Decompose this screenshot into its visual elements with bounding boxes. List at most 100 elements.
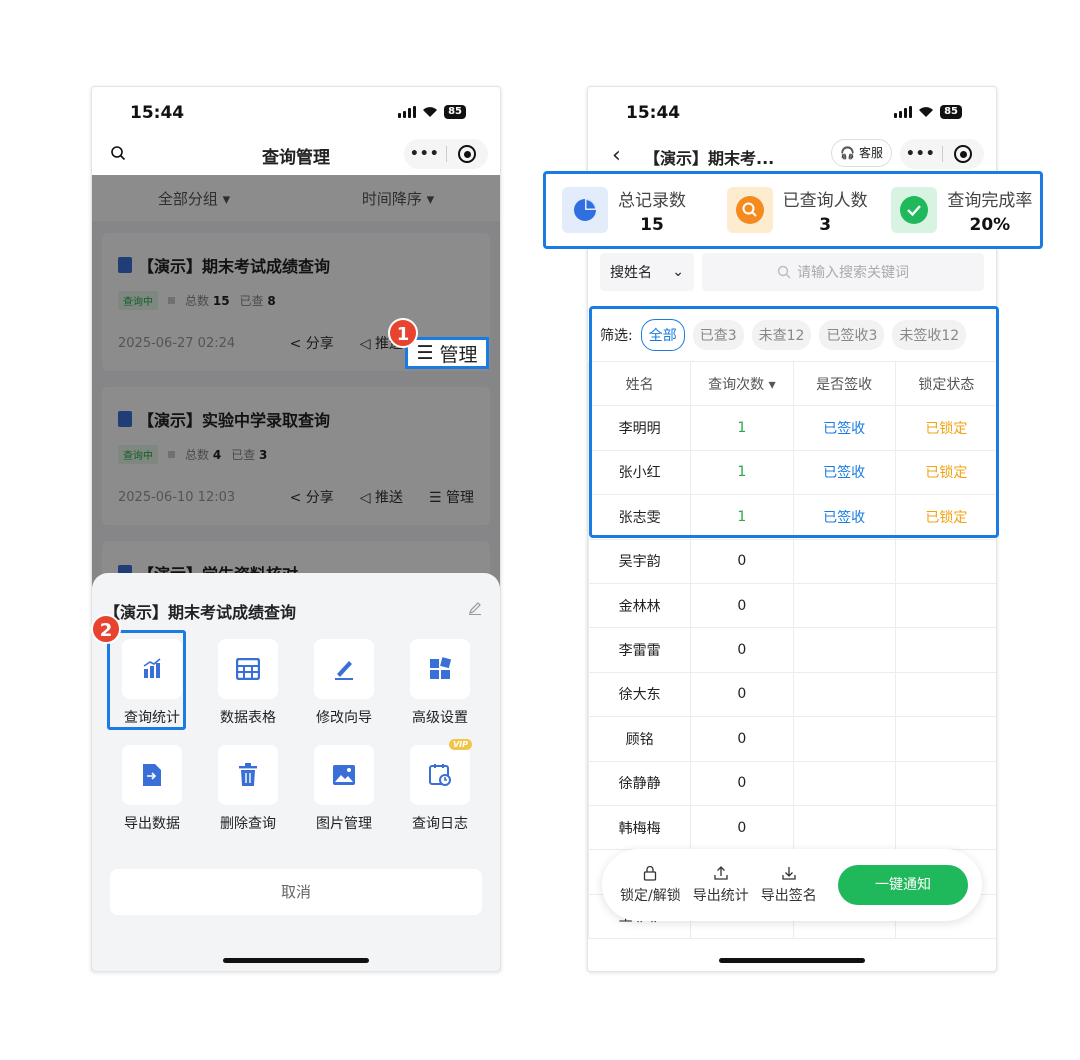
cell-signed bbox=[792, 760, 896, 806]
table-row[interactable]: 顾铭 0 bbox=[588, 716, 996, 762]
close-miniprogram-icon[interactable] bbox=[942, 145, 984, 163]
table-icon bbox=[236, 658, 260, 680]
tile-label: 导出数据 bbox=[124, 816, 180, 832]
search-input[interactable]: 请输入搜索关键词 bbox=[702, 253, 984, 291]
notify-all-button[interactable]: 一键通知 bbox=[838, 865, 968, 905]
status-time: 15:44 bbox=[626, 103, 681, 123]
stat-completion: 查询完成率 20% bbox=[875, 186, 1040, 235]
table-row[interactable]: 韩梅梅 0 bbox=[588, 804, 996, 851]
battery-icon: 85 bbox=[444, 105, 466, 119]
tile-image-manage[interactable]: 图片管理 bbox=[296, 745, 392, 833]
check-circle-icon bbox=[900, 196, 929, 224]
table-row[interactable]: 金林林 0 bbox=[588, 582, 996, 629]
search-field-select[interactable]: 搜姓名 ⌄ bbox=[600, 253, 694, 291]
left-phone: 15:44 85 查询管理 ••• 全部分组 ▾ 时间降序 ▾ 【演示】期末考试… bbox=[91, 86, 501, 972]
image-icon bbox=[333, 765, 355, 785]
signal-icon bbox=[398, 106, 417, 118]
home-indicator bbox=[719, 958, 865, 963]
cell-lock bbox=[894, 627, 996, 673]
pen-icon bbox=[335, 661, 353, 680]
cell-lock: 已锁定 bbox=[894, 494, 996, 540]
col-signed: 是否签收 bbox=[792, 360, 896, 407]
cell-signed bbox=[792, 627, 896, 673]
customer-service-button[interactable]: 🎧 客服 bbox=[831, 139, 892, 167]
cell-name: 徐大东 bbox=[588, 671, 692, 718]
lock-unlock-button[interactable]: 锁定/解锁 bbox=[620, 865, 681, 905]
table-row[interactable]: 李明明 1 已签收 已锁定 bbox=[588, 405, 996, 451]
cell-query-count: 0 bbox=[690, 671, 794, 718]
step-badge-1: 1 bbox=[388, 318, 418, 348]
search-row: 搜姓名 ⌄ 请输入搜索关键词 bbox=[600, 253, 984, 291]
table-row[interactable]: 徐大东 0 bbox=[588, 671, 996, 718]
export-stats-button[interactable]: 导出统计 bbox=[693, 865, 749, 905]
stat-value: 20% bbox=[969, 214, 1011, 235]
close-miniprogram-icon[interactable] bbox=[446, 145, 488, 163]
manage-label: 管理 bbox=[439, 343, 478, 366]
chip-unchecked[interactable]: 未查12 bbox=[751, 320, 812, 350]
cell-query-count: 0 bbox=[690, 760, 794, 806]
tile-edit-wizard[interactable]: 修改向导 bbox=[296, 639, 392, 727]
cell-name: 顾铭 bbox=[588, 716, 692, 762]
navbar: 查询管理 ••• bbox=[92, 137, 500, 175]
tile-query-log[interactable]: VIP 查询日志 bbox=[392, 739, 488, 833]
status-bar: 15:44 85 bbox=[92, 87, 500, 137]
stat-queried: 已查询人数 3 bbox=[711, 186, 876, 235]
cell-lock bbox=[894, 671, 996, 718]
tile-label: 删除查询 bbox=[220, 816, 276, 832]
table-row[interactable]: 张小红 1 已签收 已锁定 bbox=[588, 449, 996, 496]
cell-lock bbox=[894, 804, 996, 851]
col-name: 姓名 bbox=[588, 360, 692, 407]
stat-value: 3 bbox=[819, 214, 832, 235]
cell-query-count: 0 bbox=[690, 627, 794, 673]
tile-advanced-settings[interactable]: 高级设置 bbox=[392, 639, 488, 727]
back-icon[interactable]: ‹ bbox=[612, 143, 621, 168]
col-query-count[interactable]: 查询次数 ▾ bbox=[690, 360, 794, 407]
more-icon[interactable]: ••• bbox=[900, 146, 942, 162]
download-icon bbox=[782, 867, 796, 880]
cell-name: 李雷雷 bbox=[588, 627, 692, 673]
chip-unsigned[interactable]: 未签收12 bbox=[892, 320, 967, 350]
pie-chart-icon bbox=[574, 199, 596, 221]
table-row[interactable]: 徐静静 0 bbox=[588, 760, 996, 806]
battery-icon: 85 bbox=[940, 105, 962, 119]
col-lock: 锁定状态 bbox=[894, 360, 996, 407]
cell-name: 徐静静 bbox=[588, 760, 692, 806]
table-row[interactable]: 张志雯 1 已签收 已锁定 bbox=[588, 494, 996, 540]
manage-button-highlight[interactable]: ☰ 管理 bbox=[405, 337, 489, 369]
step-badge-2: 2 bbox=[91, 614, 121, 644]
cell-lock bbox=[894, 716, 996, 762]
edit-icon[interactable] bbox=[468, 601, 482, 615]
tile-data-table[interactable]: 数据表格 bbox=[200, 639, 296, 727]
chip-checked[interactable]: 已查3 bbox=[692, 320, 744, 350]
calendar-clock-icon bbox=[429, 764, 451, 786]
tile-label: 修改向导 bbox=[316, 710, 372, 726]
cell-signed: 已签收 bbox=[792, 405, 896, 451]
cell-query-count: 1 bbox=[690, 405, 794, 451]
wifi-icon bbox=[919, 107, 934, 117]
tile-label: 图片管理 bbox=[316, 816, 372, 832]
bottom-action-bar: 锁定/解锁 导出统计 导出签名 一键通知 bbox=[602, 849, 982, 921]
cell-signed bbox=[792, 538, 896, 584]
tile-delete-query[interactable]: 删除查询 bbox=[200, 745, 296, 833]
stat-label: 查询完成率 bbox=[947, 190, 1033, 211]
cell-query-count: 1 bbox=[690, 494, 794, 540]
chip-all[interactable]: 全部 bbox=[640, 319, 685, 351]
chevron-down-icon: ⌄ bbox=[672, 264, 684, 280]
home-indicator bbox=[223, 958, 369, 963]
chip-signed[interactable]: 已签收3 bbox=[819, 320, 885, 350]
cell-name: 金林林 bbox=[588, 582, 692, 629]
cell-signed bbox=[792, 716, 896, 762]
export-signature-button[interactable]: 导出签名 bbox=[761, 865, 817, 905]
cancel-button[interactable]: 取消 bbox=[110, 869, 482, 915]
stats-panel: 总记录数 15 已查询人数 3 查询完成率 20% bbox=[543, 171, 1043, 249]
table-row[interactable]: 李雷雷 0 bbox=[588, 627, 996, 673]
cell-lock bbox=[894, 760, 996, 806]
vip-badge: VIP bbox=[448, 739, 472, 750]
more-icon[interactable]: ••• bbox=[404, 146, 446, 162]
search-icon bbox=[777, 265, 791, 279]
tile-export-data[interactable]: 导出数据 bbox=[104, 745, 200, 833]
cell-signed bbox=[792, 671, 896, 718]
status-bar: 15:44 85 bbox=[588, 87, 996, 137]
export-file-icon bbox=[143, 764, 161, 786]
table-row[interactable]: 吴宇韵 0 bbox=[588, 538, 996, 584]
